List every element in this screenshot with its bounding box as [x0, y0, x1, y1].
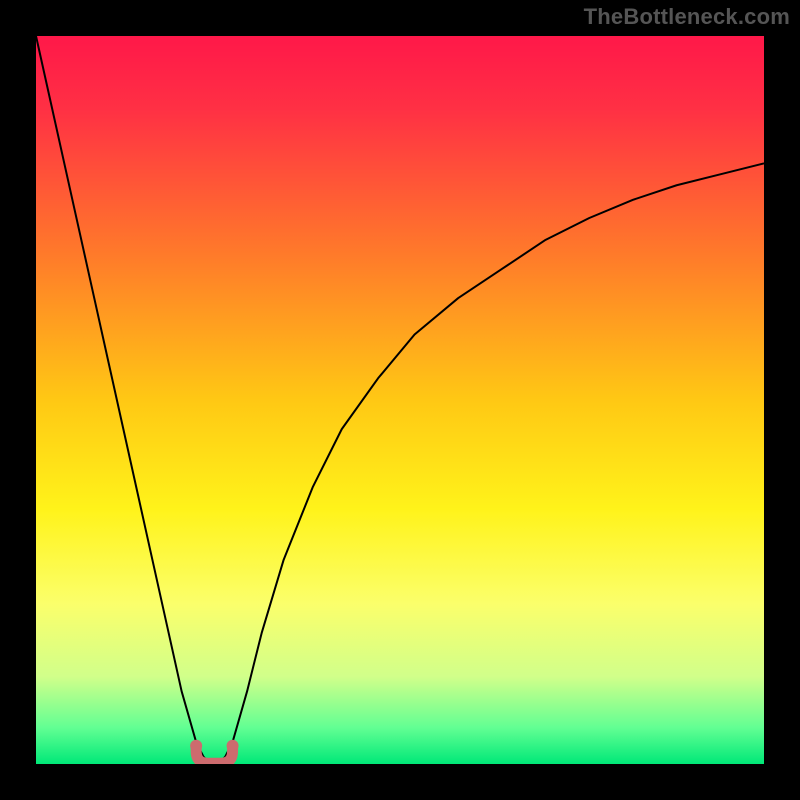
watermark: TheBottleneck.com [584, 4, 790, 30]
plot-area [36, 36, 764, 764]
gradient-background [36, 36, 764, 764]
minimum-marker-dot [227, 740, 239, 752]
minimum-marker-dot [190, 740, 202, 752]
chart-frame: TheBottleneck.com [0, 0, 800, 800]
chart-svg [36, 36, 764, 764]
